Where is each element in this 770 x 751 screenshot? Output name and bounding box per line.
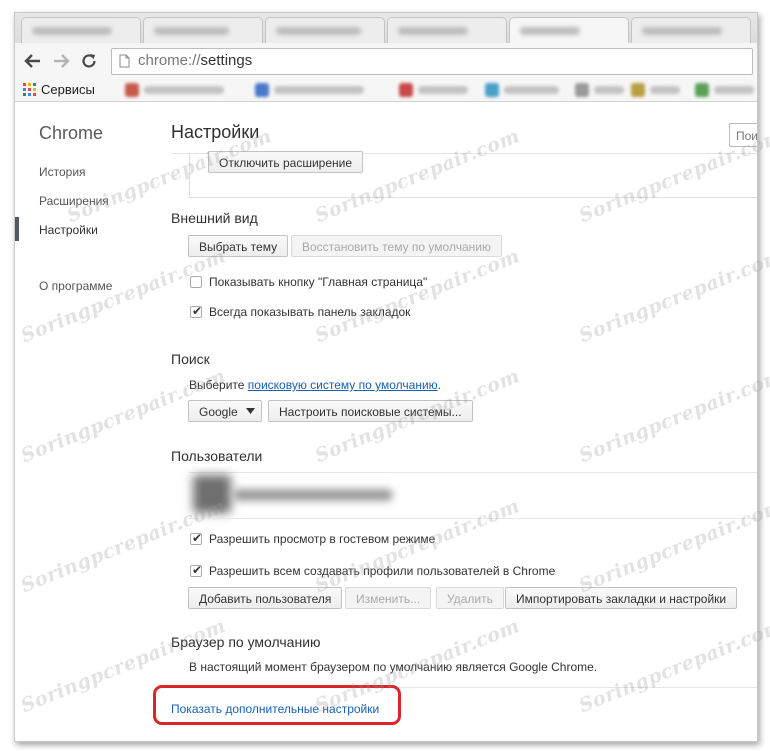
browser-tab[interactable] [631, 17, 751, 44]
page-title: Настройки [171, 122, 260, 142]
users-list-border [189, 518, 757, 519]
highlight-frame [153, 685, 401, 725]
address-bar-url: chrome://settings [138, 52, 253, 69]
forward-button[interactable] [49, 49, 73, 73]
default-browser-status: В настоящий момент браузером по умолчани… [189, 660, 598, 674]
default-search-engine-link[interactable]: поисковую систему по умолчанию [248, 378, 438, 392]
sidebar-item-history[interactable]: История [39, 165, 86, 179]
forward-arrow-icon [54, 54, 70, 68]
sidebar-active-indicator [15, 217, 19, 241]
bookmark-item[interactable] [631, 82, 680, 97]
disable-extension-button[interactable]: Отключить расширение [208, 151, 364, 173]
back-arrow-icon [24, 54, 40, 68]
allow-guest-checkbox[interactable]: ✔ [190, 531, 203, 545]
user-avatar[interactable] [193, 475, 231, 513]
reload-button[interactable] [77, 49, 101, 73]
dropdown-arrow-icon [246, 408, 255, 414]
bookmark-item[interactable] [399, 82, 468, 97]
always-show-bookmarks-checkbox[interactable]: ✔ [190, 304, 203, 318]
bookmark-item[interactable] [575, 82, 624, 97]
browser-tab[interactable] [265, 17, 385, 44]
apps-grid-icon [23, 83, 36, 96]
settings-search-input[interactable]: Пои [729, 123, 757, 147]
default-browser-section-title: Браузер по умолчанию [171, 634, 321, 650]
browser-tab[interactable] [387, 17, 507, 44]
bookmarks-bar: Сервисы [15, 79, 757, 102]
back-button[interactable] [21, 49, 45, 73]
apps-label: Сервисы [41, 82, 95, 97]
browser-tab[interactable] [21, 17, 141, 44]
choose-theme-button[interactable]: Выбрать тему [188, 235, 289, 257]
allow-profiles-label: Разрешить всем создавать профили пользов… [209, 564, 556, 578]
bookmark-item[interactable] [255, 82, 364, 97]
bookmark-item[interactable] [125, 82, 224, 97]
reload-icon [82, 54, 96, 68]
import-bookmarks-button[interactable]: Импортировать закладки и настройки [505, 587, 738, 609]
browser-window: chrome://settings Сервисы Chrome История… [14, 12, 758, 742]
checkmark-icon: ✔ [192, 531, 203, 545]
always-show-bookmarks-label: Всегда показывать панель закладок [209, 305, 411, 319]
manage-search-engines-button[interactable]: Настроить поисковые системы... [268, 400, 473, 422]
sidebar-title: Chrome [39, 123, 104, 143]
reset-theme-button[interactable]: Восстановить тему по умолчанию [291, 235, 502, 257]
tab-strip [15, 13, 757, 44]
checkmark-icon: ✔ [192, 563, 203, 577]
toolbar: chrome://settings [15, 43, 757, 80]
user-name[interactable] [233, 489, 393, 501]
apps-shortcut[interactable]: Сервисы [23, 82, 95, 97]
allow-profiles-checkbox[interactable]: ✔ [190, 563, 203, 577]
page-icon [119, 54, 130, 68]
bookmark-item[interactable] [485, 82, 559, 97]
search-engine-description: Выберите поисковую систему по умолчанию. [189, 378, 442, 392]
extension-panel: Отключить расширение [189, 151, 757, 198]
address-bar[interactable]: chrome://settings [111, 48, 753, 75]
edit-user-button[interactable]: Изменить... [345, 587, 432, 609]
sidebar-item-extensions[interactable]: Расширения [39, 194, 109, 208]
allow-guest-label: Разрешить просмотр в гостевом режиме [209, 532, 436, 546]
sidebar-item-about[interactable]: О программе [39, 279, 112, 293]
search-engine-select[interactable]: Google [188, 400, 262, 422]
browser-tab[interactable] [143, 17, 263, 44]
browser-tab-active[interactable] [509, 17, 629, 44]
search-section-title: Поиск [171, 351, 210, 367]
checkmark-icon: ✔ [192, 304, 203, 318]
add-user-button[interactable]: Добавить пользователя [188, 587, 343, 609]
sidebar-item-settings[interactable]: Настройки [39, 223, 98, 237]
delete-user-button[interactable]: Удалить [436, 587, 504, 609]
show-home-button-label: Показывать кнопку "Главная страница" [209, 275, 428, 289]
appearance-section-title: Внешний вид [171, 210, 258, 226]
bookmark-item[interactable] [695, 82, 754, 97]
users-section-title: Пользователи [171, 448, 263, 464]
users-list-border [189, 472, 757, 473]
show-home-button-checkbox[interactable] [190, 276, 202, 288]
